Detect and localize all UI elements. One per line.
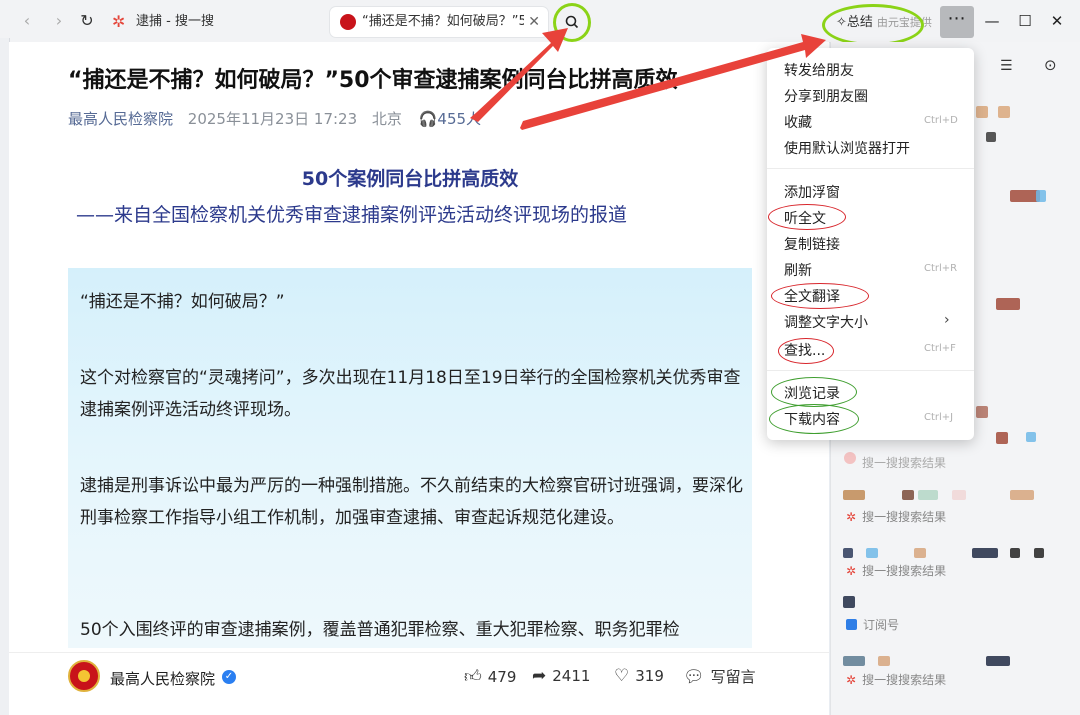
annotation-arrows: [470, 28, 826, 130]
